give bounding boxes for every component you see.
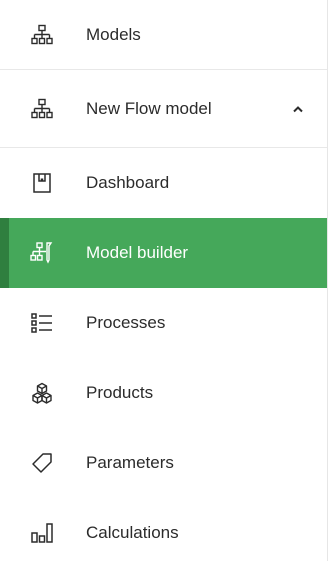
sidebar-item-model-builder[interactable]: Model builder (0, 218, 327, 288)
model-builder-icon (30, 241, 54, 265)
processes-icon (30, 311, 54, 335)
dashboard-icon (30, 171, 54, 195)
sidebar-item-label: Dashboard (86, 173, 170, 192)
products-icon (30, 381, 54, 405)
sidebar-item-label: Calculations (86, 523, 179, 542)
sidebar-item-label: Model builder (86, 243, 189, 262)
sidebar-item-products[interactable]: Products (0, 358, 327, 428)
hierarchy-icon (30, 23, 54, 47)
sidebar-nav: Models New Flow model Dashboard Model bu… (0, 0, 328, 561)
sidebar-item-label: Processes (86, 313, 166, 332)
calculations-icon (30, 521, 54, 545)
sidebar-item-parameters[interactable]: Parameters (0, 428, 327, 498)
sidebar-item-label: Parameters (86, 453, 174, 472)
sidebar-item-dashboard[interactable]: Dashboard (0, 148, 327, 218)
hierarchy-icon (30, 97, 54, 121)
chevron-up-icon[interactable] (290, 101, 306, 117)
sidebar-item-label: Models (86, 24, 141, 44)
sidebar-item-models[interactable]: Models (0, 0, 327, 70)
tag-icon (30, 451, 54, 475)
sidebar-group-new-flow-model[interactable]: New Flow model (0, 70, 327, 148)
sidebar-item-calculations[interactable]: Calculations (0, 498, 327, 561)
sidebar-item-label: Products (86, 383, 154, 402)
sidebar-item-processes[interactable]: Processes (0, 288, 327, 358)
sidebar-group-label: New Flow model (86, 98, 212, 118)
